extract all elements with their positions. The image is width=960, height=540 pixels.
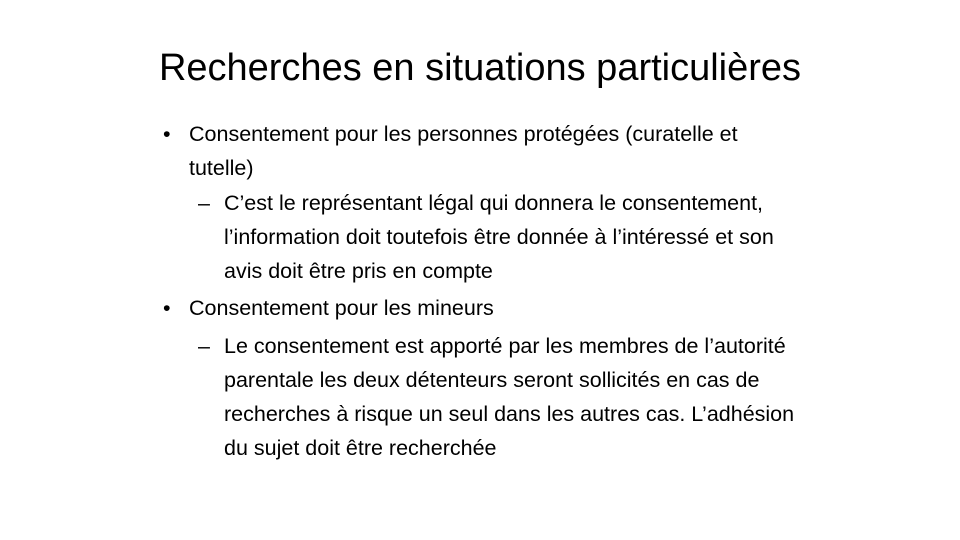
- dash-bullet-icon: –: [198, 334, 210, 358]
- bullet-dot-icon: •: [163, 122, 171, 146]
- bullet-item-minors: • Consentement pour les mineurs: [163, 291, 803, 325]
- sub-bullet-item-legal-representative: – C’est le représentant légal qui donner…: [163, 186, 803, 288]
- sub-bullet-text: Le consentement est apporté par les memb…: [224, 334, 795, 460]
- bullet-dot-icon: •: [163, 296, 171, 320]
- slide-body: • Consentement pour les personnes protég…: [163, 117, 803, 465]
- dash-bullet-icon: –: [198, 191, 210, 215]
- sub-bullet-item-parental-authority: – Le consentement est apporté par les me…: [163, 329, 803, 465]
- bullet-text: Consentement pour les personnes protégée…: [189, 122, 738, 180]
- slide: Recherches en situations particulières •…: [0, 0, 960, 540]
- bullet-item-protected-persons: • Consentement pour les personnes protég…: [163, 117, 803, 185]
- sub-bullet-text: C’est le représentant légal qui donnera …: [224, 191, 774, 283]
- bullet-text: Consentement pour les mineurs: [189, 296, 494, 320]
- slide-title: Recherches en situations particulières: [158, 47, 802, 89]
